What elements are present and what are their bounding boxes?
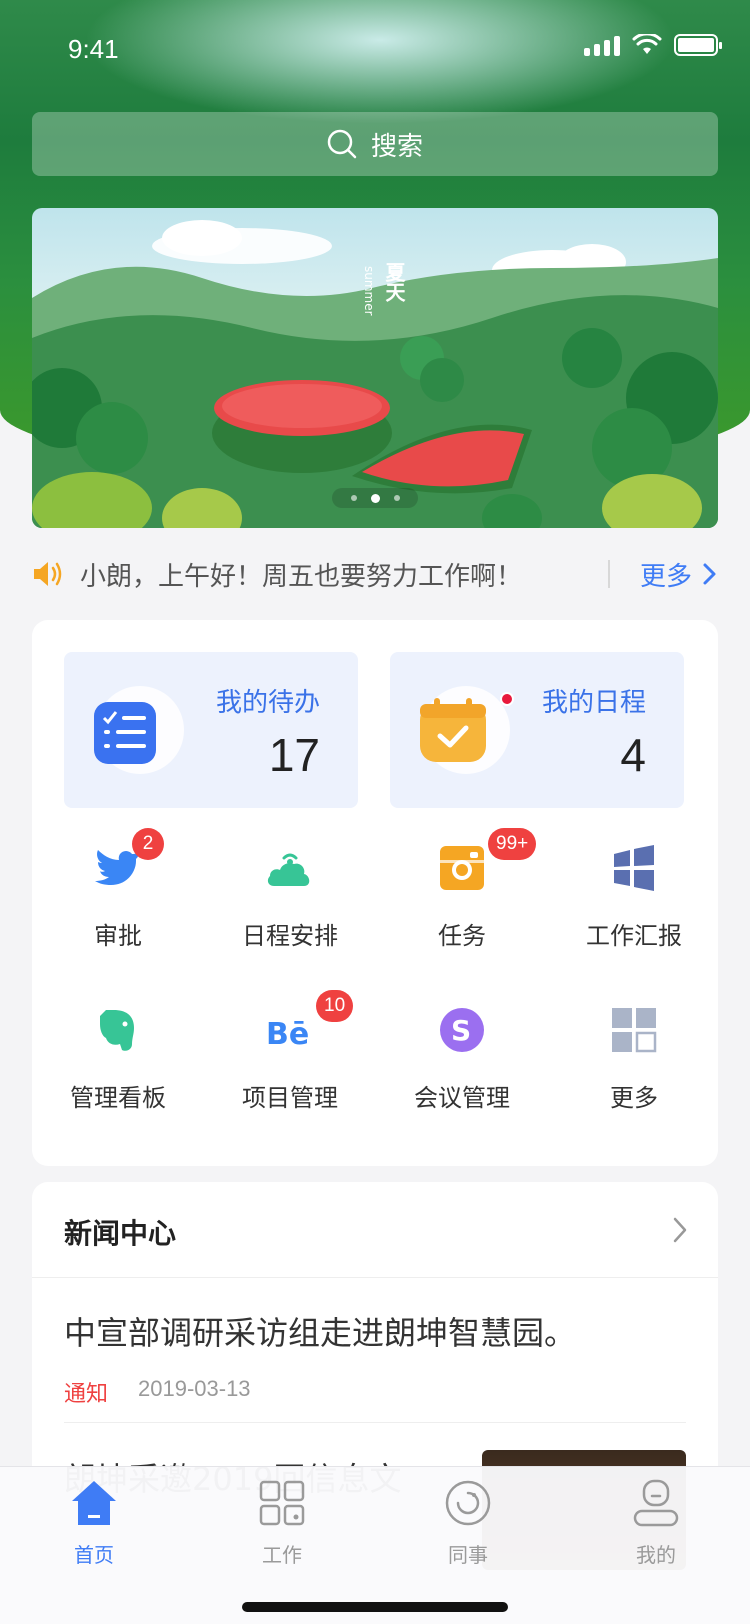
skype-icon: S bbox=[440, 1008, 484, 1052]
chevron-right-icon[interactable] bbox=[702, 562, 718, 586]
app-meeting[interactable]: S 会议管理 bbox=[376, 992, 548, 1112]
news-header[interactable]: 新闻中心 bbox=[32, 1182, 718, 1278]
app-label: 审批 bbox=[94, 922, 142, 950]
tab-bar: 首页 工作 同事 我的 bbox=[0, 1466, 750, 1624]
apps-grid-icon bbox=[259, 1480, 305, 1526]
calendar-check-icon bbox=[420, 698, 486, 762]
home-icon bbox=[72, 1481, 116, 1525]
todo-summary-card[interactable]: 我的待办 17 bbox=[64, 652, 358, 808]
grid-more-icon bbox=[612, 1008, 657, 1053]
banner-caption-cn: 夏天 bbox=[382, 262, 406, 302]
status-time: 9:41 bbox=[68, 34, 119, 64]
todo-title: 我的待办 bbox=[215, 688, 320, 718]
carousel-dot[interactable] bbox=[350, 495, 357, 501]
tab-profile[interactable]: 我的 bbox=[596, 1479, 716, 1579]
schedule-title: 我的日程 bbox=[541, 688, 646, 718]
project-badge: 10 bbox=[316, 990, 354, 1022]
divider bbox=[64, 1422, 686, 1423]
tab-home[interactable]: 首页 bbox=[34, 1479, 154, 1579]
schedule-summary-card[interactable]: 我的日程 4 bbox=[390, 652, 684, 808]
banner-illustration bbox=[32, 220, 718, 528]
app-more[interactable]: 更多 bbox=[548, 992, 720, 1112]
app-schedule[interactable]: 日程安排 bbox=[204, 830, 376, 950]
schedule-icon-bg bbox=[420, 686, 510, 774]
schedule-unread-dot bbox=[500, 692, 514, 706]
task-badge: 99+ bbox=[488, 828, 537, 860]
notice-more-link[interactable]: 更多 bbox=[640, 556, 692, 593]
app-label: 管理看板 bbox=[70, 1084, 166, 1112]
approval-badge: 2 bbox=[132, 828, 164, 860]
tab-work[interactable]: 工作 bbox=[222, 1479, 342, 1579]
notice-bar: 小朗，上午好！周五也要努力工作啊！ 更多 bbox=[32, 556, 718, 592]
banner-carousel[interactable]: summer 夏天 bbox=[32, 208, 718, 528]
carousel-dot[interactable] bbox=[393, 495, 400, 501]
app-label: 更多 bbox=[610, 1084, 658, 1112]
app-label: 任务 bbox=[438, 922, 486, 950]
svg-text:S: S bbox=[451, 1014, 471, 1047]
notice-divider bbox=[607, 560, 610, 588]
app-project[interactable]: Bē 10 项目管理 bbox=[204, 990, 376, 1112]
profile-icon bbox=[633, 1479, 679, 1527]
speaker-icon bbox=[34, 562, 62, 586]
wifi-icon bbox=[632, 34, 662, 54]
tab-label: 我的 bbox=[636, 1543, 676, 1567]
status-icons bbox=[584, 34, 722, 56]
cloud-signal-icon bbox=[267, 853, 310, 886]
colleague-icon bbox=[445, 1480, 491, 1526]
news-section-title: 新闻中心 bbox=[64, 1217, 177, 1250]
carousel-dot-active[interactable] bbox=[370, 493, 380, 503]
search-bar[interactable]: 搜索 bbox=[32, 112, 718, 176]
svg-text:Bē: Bē bbox=[266, 1017, 309, 1052]
app-label: 日程安排 bbox=[242, 922, 338, 950]
checklist-icon bbox=[94, 702, 156, 764]
home-indicator bbox=[242, 1602, 508, 1612]
cellular-signal-icon bbox=[584, 34, 620, 56]
tab-colleagues[interactable]: 同事 bbox=[408, 1479, 528, 1579]
chevron-right-icon[interactable] bbox=[672, 1216, 688, 1244]
search-icon bbox=[327, 129, 357, 159]
schedule-count: 4 bbox=[620, 729, 646, 781]
tab-label: 同事 bbox=[448, 1543, 488, 1567]
news-item-tag: 通知 bbox=[64, 1382, 109, 1407]
battery-icon bbox=[674, 34, 722, 56]
behance-icon: Bē bbox=[266, 1017, 309, 1052]
app-approval[interactable]: 2 审批 bbox=[32, 828, 204, 950]
status-bar: 9:41 bbox=[0, 0, 750, 88]
app-label: 会议管理 bbox=[414, 1084, 510, 1112]
workbench-card: 我的待办 17 我的日程 4 2 审批 日程安排 99+ 任务 工作汇报 管理看… bbox=[32, 620, 718, 1166]
tab-label: 首页 bbox=[74, 1543, 114, 1567]
carousel-indicator bbox=[332, 488, 418, 508]
news-item-date: 2019-03-13 bbox=[138, 1376, 251, 1401]
camera-icon bbox=[440, 846, 484, 890]
app-label: 项目管理 bbox=[242, 1084, 338, 1112]
tab-label: 工作 bbox=[262, 1543, 302, 1567]
search-placeholder: 搜索 bbox=[370, 131, 423, 162]
app-task[interactable]: 99+ 任务 bbox=[376, 828, 548, 950]
windows-icon bbox=[614, 845, 654, 891]
todo-icon-bg bbox=[94, 686, 184, 774]
notice-text: 小朗，上午好！周五也要努力工作啊！ bbox=[80, 561, 523, 592]
banner-caption-en: summer bbox=[362, 266, 376, 316]
app-label: 工作汇报 bbox=[586, 922, 682, 950]
news-item-title[interactable]: 中宣部调研采访组走进朗坤智慧园。 bbox=[64, 1308, 576, 1354]
app-work-report[interactable]: 工作汇报 bbox=[548, 830, 720, 950]
app-dashboard[interactable]: 管理看板 bbox=[32, 992, 204, 1112]
elephant-icon bbox=[100, 1010, 134, 1051]
todo-count: 17 bbox=[268, 729, 320, 781]
